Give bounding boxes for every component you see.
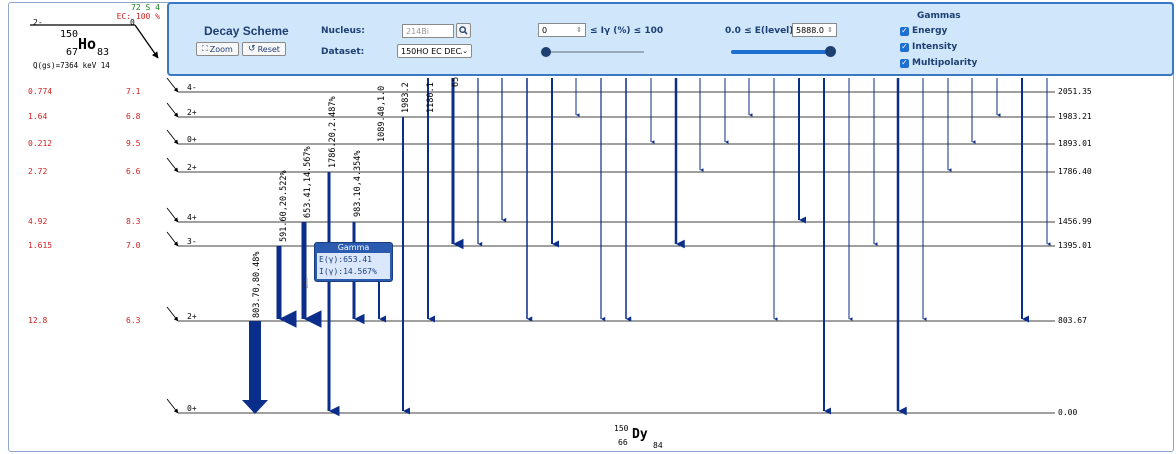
zoom-button-label: Zoom [209,44,233,54]
ec-intensity: 1.615 [28,241,53,250]
level-energy: 0.00 [1058,408,1078,417]
level-spin: 4- [187,83,197,92]
gamma-label: 983.10,4.354% [353,150,363,217]
gamma-label: 1180.1 [426,82,436,113]
level-energy: 2051.35 [1058,87,1092,96]
level-spin: 2+ [187,163,197,172]
intensity-slider[interactable] [541,47,644,57]
control-panel: Decay Scheme ⛶ Zoom ↺ Reset Nucleus: 214… [167,2,1174,76]
log-ft: 6.8 [126,112,141,121]
intensity-checkbox-label: Intensity [912,42,958,52]
chevron-down-icon: ⌄ [462,47,468,55]
gamma-label: 1089.40,1.0 [377,85,387,142]
ec-intensity: 2.72 [28,167,48,176]
intensity-slider-track [541,51,644,53]
level-spin: 2+ [187,312,197,321]
level-energy: 1893.01 [1058,139,1092,148]
parent-half-life: 72 S 4 [131,3,160,12]
nucleus-label: Nucleus: [321,26,365,36]
nucleus-search-button[interactable] [456,23,471,38]
tooltip-intensity: I(γ):14.567% [319,267,377,276]
energy-slider-track [731,50,832,54]
ec-intensity: 0.212 [28,139,53,148]
gamma-label: 653.41,14.567% [303,146,313,218]
intensity-min-input[interactable]: 0 ⇕ [538,23,586,37]
daughter-nucleus: 150 Dy 66 84 [612,424,682,452]
check-icon: ✓ [900,42,909,52]
gamma-label: 591.60,20.522% [279,170,289,242]
parent-n: 83 [97,47,110,58]
tooltip-title: Gamma [337,243,370,252]
nucleus-placeholder: 214Bi [406,26,429,36]
level-energy: 1983.21 [1058,112,1092,121]
parent-mass: 150 [60,29,79,40]
parent-z: 67 [66,47,79,58]
intensity-slider-handle[interactable] [541,47,551,57]
ec-intensity: 1.64 [28,112,48,121]
parent-spin: 2- [33,18,43,27]
log-ft: 7.1 [126,87,141,96]
check-icon: ✓ [900,58,909,68]
daughter-mass: 150 [614,424,629,433]
dataset-label: Dataset: [321,47,365,57]
log-ft: 9.5 [126,139,141,148]
ec-intensity: 0.774 [28,87,53,96]
tooltip-energy: E(γ):653.41 [319,255,372,264]
log-ft: 7.0 [126,241,141,250]
spinner-icon: ⇕ [576,26,582,34]
energy-max-value: 5888.0 [796,25,824,35]
parent-level: 0 [130,18,135,27]
level-spin: 3- [187,237,197,246]
energy-slider-handle[interactable] [825,46,836,57]
intensity-checkbox[interactable]: ✓ Intensity [900,42,957,52]
parent-nucleus: 72 S 4 EC: 100 % 2- 0 150 Ho 67 83 Q(gs)… [10,2,165,74]
level-energy: 1456.99 [1058,217,1092,226]
parent-symbol: Ho [78,35,97,53]
energy-checkbox-label: Energy [912,26,948,36]
intensity-range-label: ≤ Iγ (%) ≤ 100 [590,26,664,36]
ec-intensity: 12.8 [28,316,48,325]
reset-button[interactable]: ↺ Reset [242,42,286,56]
level-energy: 803.67 [1058,316,1087,325]
energy-slider[interactable] [731,46,836,57]
zoom-button[interactable]: ⛶ Zoom [196,42,239,56]
level-spin: 0+ [187,135,197,144]
gamma-label: 1786.20,2.487% [328,96,338,168]
reset-icon: ↺ [248,44,256,54]
level-spin: 2+ [187,108,197,117]
parent-ec-branch: EC: 100 % [116,12,160,21]
level-energy: 1786.40 [1058,167,1092,176]
daughter-n: 84 [653,441,663,450]
dataset-select-value: 150HO EC DECA [401,46,463,56]
gammas-title: Gammas [917,11,961,21]
gamma-label: 803.70,80.48% [252,251,262,318]
level-spin: 0+ [187,404,197,413]
spinner-icon: ⇕ [827,26,833,34]
parent-qvalue: Q(gs)=7364 keV 14 [33,61,110,70]
nucleus-input[interactable]: 214Bi [402,24,454,38]
gamma-label: 1983.2 [401,82,411,113]
level-spin: 4+ [187,213,197,222]
multipolarity-checkbox-label: Multipolarity [912,58,978,68]
expand-icon: ⛶ [202,44,208,53]
ec-intensity: 4.92 [28,217,48,226]
dataset-select[interactable]: 150HO EC DECA ⌄ [397,44,472,58]
daughter-z: 66 [618,438,628,447]
hand-cursor-icon: ☝ [301,277,309,292]
log-ft: 6.3 [126,316,141,325]
check-icon: ✓ [900,26,909,36]
energy-max-input[interactable]: 5888.0 ⇕ [792,23,837,37]
log-ft: 6.6 [126,167,141,176]
daughter-symbol: Dy [632,427,648,442]
intensity-min-value: 0 [542,25,548,35]
gamma-tooltip: Gamma E(γ):653.41 I(γ):14.567% [314,242,393,282]
panel-title: Decay Scheme [204,24,289,38]
multipolarity-checkbox[interactable]: ✓ Multipolarity [900,58,977,68]
log-ft: 8.3 [126,217,141,226]
level-energy: 1395.01 [1058,241,1092,250]
energy-checkbox[interactable]: ✓ Energy [900,26,947,36]
reset-button-label: Reset [257,44,280,54]
search-icon [459,26,468,35]
gamma-label: 65 [451,76,461,87]
